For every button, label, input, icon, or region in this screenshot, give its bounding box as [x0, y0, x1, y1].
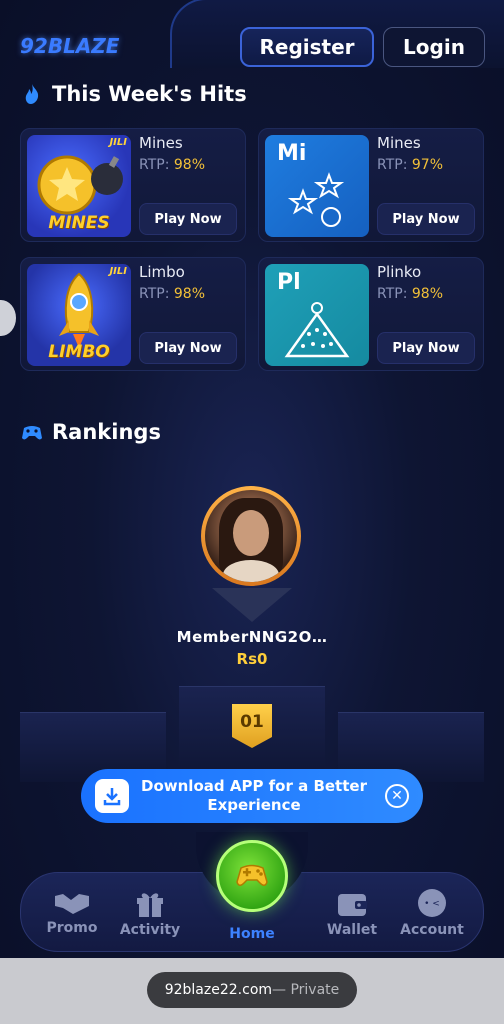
- browser-bar: 92blaze22.com — Private: [0, 958, 504, 1024]
- mines-tile[interactable]: Mi: [265, 135, 369, 237]
- handshake-icon: [55, 894, 89, 914]
- url-text: 92blaze22.com: [164, 982, 273, 998]
- play-now-button[interactable]: Play Now: [377, 332, 475, 364]
- rankings-title: Rankings: [52, 420, 161, 444]
- download-text-line1: Download APP for a Better: [141, 777, 367, 795]
- nav-label: Promo: [46, 920, 98, 936]
- play-now-button[interactable]: Play Now: [377, 203, 475, 235]
- gamepad-icon: [236, 864, 268, 886]
- nav-home-label[interactable]: Home: [216, 926, 288, 942]
- mines-word: MINES: [48, 213, 110, 233]
- game-card-mines[interactable]: Mi Mines RTP: 97% Play Now: [258, 128, 484, 242]
- limbo-word: LIMBO: [48, 342, 110, 362]
- download-text: Download APP for a Better Experience: [139, 777, 369, 815]
- game-name: Mines: [377, 134, 421, 152]
- download-text-line2: Experience: [207, 796, 301, 814]
- side-drawer-handle[interactable]: [0, 300, 16, 336]
- app-page: 92BLAZE Register Login This Week's Hits …: [0, 0, 504, 958]
- nav-account[interactable]: • < Account: [394, 888, 470, 938]
- avatar-body: [223, 560, 279, 582]
- nav-activity[interactable]: Activity: [112, 888, 188, 938]
- download-icon: [95, 779, 129, 813]
- avatar: [205, 490, 297, 582]
- close-icon[interactable]: ✕: [385, 784, 409, 808]
- svg-text:• <: • <: [424, 899, 440, 909]
- plinko-tile[interactable]: Pl: [265, 264, 369, 366]
- hits-title: This Week's Hits: [52, 82, 247, 106]
- nav-label: Account: [400, 922, 464, 938]
- rtp-label: RTP:: [139, 286, 170, 302]
- wallet-icon: [338, 894, 367, 916]
- game-rtp: RTP: 98%: [139, 157, 205, 173]
- top-member-amount: Rs0: [236, 650, 268, 668]
- game-rtp: RTP: 98%: [139, 286, 205, 302]
- jili-brand: JILI: [109, 266, 127, 277]
- download-app-banner[interactable]: Download APP for a Better Experience ✕: [81, 769, 423, 823]
- rankings-heading: Rankings: [20, 420, 161, 444]
- rtp-value: 98%: [173, 157, 205, 173]
- gamepad-icon: [20, 420, 44, 444]
- play-now-button[interactable]: Play Now: [139, 332, 237, 364]
- header: 92BLAZE Register Login: [0, 0, 504, 68]
- hits-heading: This Week's Hits: [20, 82, 247, 106]
- avatar-face: [233, 510, 269, 556]
- game-rtp: RTP: 97%: [377, 157, 443, 173]
- game-card-mines-jili[interactable]: JILI MINES Mines RTP: 98% Play Now: [20, 128, 246, 242]
- url-bar[interactable]: 92blaze22.com — Private: [147, 972, 357, 1008]
- nav-promo[interactable]: Promo: [34, 888, 110, 936]
- brand-logo[interactable]: 92BLAZE: [20, 34, 119, 58]
- play-now-button[interactable]: Play Now: [139, 203, 237, 235]
- register-button[interactable]: Register: [240, 27, 374, 67]
- top-member-name: MemberNNG2O…: [176, 628, 328, 646]
- game-card-plinko[interactable]: Pl Plinko RTP: 98% Play Now: [258, 257, 484, 371]
- account-icon: • <: [418, 889, 446, 917]
- top-member-avatar-ring[interactable]: [201, 486, 301, 586]
- rtp-label: RTP:: [139, 157, 170, 173]
- gift-icon: [137, 893, 163, 917]
- game-name: Mines: [139, 134, 183, 152]
- nav-label: Activity: [119, 922, 181, 938]
- rtp-value: 98%: [411, 286, 443, 302]
- nav-wallet[interactable]: Wallet: [314, 888, 390, 938]
- limbo-thumbnail[interactable]: JILI LIMBO: [27, 264, 131, 366]
- game-rtp: RTP: 98%: [377, 286, 443, 302]
- rtp-label: RTP:: [377, 286, 408, 302]
- tile-abbr: Pl: [277, 270, 301, 295]
- chevron-down-icon: [212, 588, 292, 622]
- game-name: Limbo: [139, 263, 185, 281]
- game-name: Plinko: [377, 263, 422, 281]
- tile-abbr: Mi: [277, 141, 307, 166]
- nav-home-button[interactable]: [216, 840, 288, 912]
- jili-brand: JILI: [109, 137, 127, 148]
- game-card-limbo[interactable]: JILI LIMBO Limbo RTP: 98% Play Now: [20, 257, 246, 371]
- rtp-value: 97%: [411, 157, 443, 173]
- login-button[interactable]: Login: [383, 27, 485, 67]
- nav-label: Wallet: [326, 922, 378, 938]
- flame-icon: [20, 82, 44, 106]
- browsing-mode: — Private: [272, 982, 340, 998]
- rtp-value: 98%: [173, 286, 205, 302]
- mines-thumbnail[interactable]: JILI MINES: [27, 135, 131, 237]
- rtp-label: RTP:: [377, 157, 408, 173]
